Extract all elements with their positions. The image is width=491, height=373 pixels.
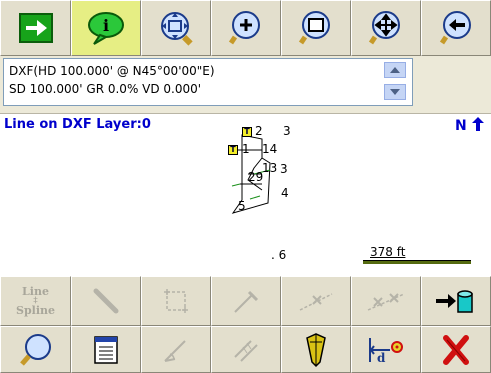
scale-bar (363, 260, 471, 264)
scroll-up-button[interactable] (384, 62, 406, 78)
delete-lines-icon (367, 293, 405, 311)
rectangle-tool-button[interactable] (141, 276, 211, 326)
intersect-icon (299, 293, 333, 311)
go-button[interactable] (0, 0, 71, 56)
draw-line-button[interactable] (71, 276, 141, 326)
point-label: 5 (238, 199, 246, 213)
svg-text:i: i (103, 16, 109, 35)
svg-text:d: d (377, 351, 386, 365)
line-spline-button[interactable]: Line ‡ Spline (0, 276, 71, 326)
cancel-button[interactable] (421, 326, 491, 373)
close-icon (443, 334, 469, 365)
info-line-2: SD 100.000' GR 0.0% VD 0.000' (9, 82, 202, 96)
scale-label: 378 ft (370, 245, 406, 259)
intersect-button[interactable] (281, 276, 351, 326)
info-bubble-icon: i (88, 12, 124, 45)
info-scrollbar[interactable] (384, 60, 406, 104)
point-label: . 6 (271, 248, 287, 262)
chevron-down-icon (390, 89, 400, 95)
drawing-toolbar: Line ‡ Spline (0, 276, 491, 326)
zoom-window-icon (298, 11, 330, 45)
pan-button[interactable] (351, 0, 421, 56)
zoom-window-button[interactable] (281, 0, 351, 56)
line-tool-icon (93, 288, 119, 314)
chevron-up-icon (390, 67, 400, 73)
point-marker-t-1[interactable]: T (242, 127, 252, 137)
arrow-right-icon (18, 13, 53, 43)
point-label: 3 (283, 124, 291, 138)
stake-icon (306, 332, 326, 367)
point-label: 29 (248, 170, 264, 184)
previous-view-button[interactable] (421, 0, 491, 56)
point-label: 14 (262, 142, 278, 156)
point-label: 1 (242, 142, 250, 156)
angle-tool-button[interactable] (141, 326, 211, 373)
line-spline-label-bottom: Spline (16, 304, 55, 317)
extend-line-button[interactable] (211, 276, 281, 326)
point-label: 13 (262, 161, 278, 175)
map-canvas[interactable]: Line on DXF Layer:0 N T T 2 3 1 14 13 3 … (0, 113, 491, 277)
zoom-previous-icon (439, 11, 471, 45)
delete-lines-button[interactable] (351, 276, 421, 326)
scroll-down-button[interactable] (384, 84, 406, 100)
linework (231, 134, 271, 214)
angle-tool-icon (164, 339, 186, 362)
export-to-layer-icon (436, 290, 473, 313)
top-toolbar: i (0, 0, 491, 56)
zoom-extents-icon (161, 12, 193, 46)
export-layer-button[interactable] (421, 276, 491, 326)
parallel-tool-button[interactable] (211, 326, 281, 373)
offset-point-button[interactable]: d (351, 326, 421, 373)
stake-button[interactable] (281, 326, 351, 373)
search-button[interactable] (0, 326, 71, 373)
list-button[interactable] (71, 326, 141, 373)
point-label: 4 (281, 186, 289, 200)
info-line-1: DXF(HD 100.000' @ N45°00'00"E) (9, 64, 215, 78)
point-label: 3 (280, 162, 288, 176)
info-panel: DXF(HD 100.000' @ N45°00'00"E) SD 100.00… (3, 58, 413, 106)
rectangle-tool-icon (164, 289, 188, 313)
zoom-in-icon (228, 11, 260, 45)
search-icon (19, 333, 51, 366)
point-label: 2 (255, 124, 263, 138)
command-toolbar: d (0, 326, 491, 373)
point-marker-t-2[interactable]: T (228, 145, 238, 155)
zoom-in-button[interactable] (211, 0, 281, 56)
parallel-lines-icon (234, 339, 258, 362)
list-icon (94, 335, 118, 364)
offset-point-icon: d (369, 337, 403, 365)
zoom-extents-button[interactable] (141, 0, 211, 56)
extend-line-icon (234, 290, 259, 313)
pan-icon (368, 11, 400, 45)
info-button[interactable]: i (71, 0, 141, 56)
